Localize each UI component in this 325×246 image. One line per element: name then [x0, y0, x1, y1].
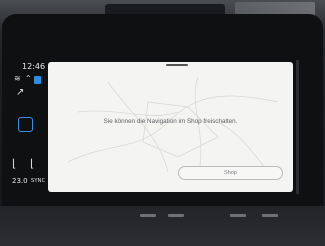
seat-heat-left-icon[interactable]: ⌊	[12, 158, 16, 169]
map-road	[217, 121, 269, 173]
home-button[interactable]	[18, 117, 33, 132]
temperature-readout[interactable]: 23.0	[12, 177, 28, 185]
wifi-icon: ≋	[14, 74, 21, 83]
clock: 12:46	[22, 62, 46, 71]
shop-button[interactable]: Shop	[178, 166, 283, 180]
arrow-icon[interactable]: ↗	[16, 88, 24, 98]
sync-button[interactable]: SYNC	[31, 178, 45, 184]
map-road	[67, 95, 279, 163]
climate-control-strip	[0, 206, 325, 246]
map-road	[107, 81, 169, 173]
seat-heat-right-icon[interactable]: ⌊	[30, 158, 34, 169]
climate-slider-mark[interactable]	[230, 214, 246, 217]
phone-connected-icon	[34, 76, 41, 84]
popup-message: Sie können die Navigation im Shop freisc…	[103, 118, 238, 125]
signal-icon: ⌃	[25, 74, 32, 83]
climate-slider-mark[interactable]	[262, 214, 278, 217]
climate-slider-mark[interactable]	[168, 214, 184, 217]
screen-right-edge	[296, 60, 299, 194]
map-area-outline	[142, 101, 219, 158]
navigation-unlock-popup: Sie können die Navigation im Shop freisc…	[48, 62, 293, 192]
climate-slider-mark[interactable]	[140, 214, 156, 217]
map-road	[194, 76, 202, 178]
map-road	[77, 110, 179, 116]
